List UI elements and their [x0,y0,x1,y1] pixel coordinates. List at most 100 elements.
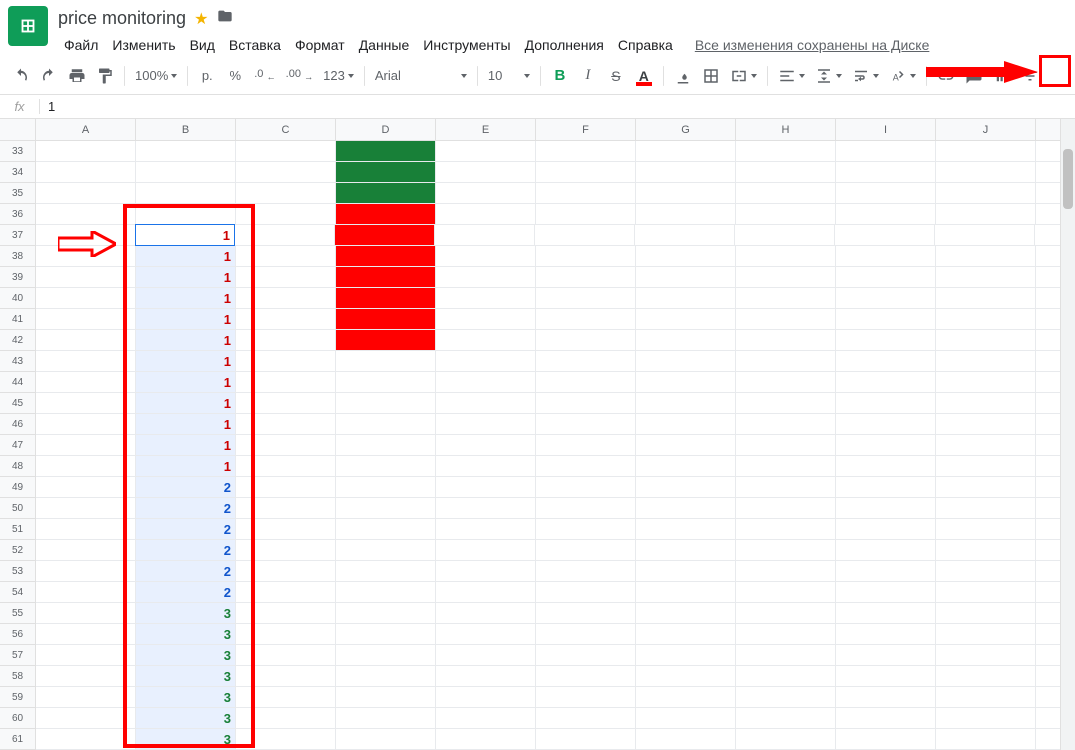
cell[interactable] [36,645,136,666]
cell[interactable] [336,603,436,624]
cell[interactable]: 1 [136,330,236,351]
cell[interactable]: 3 [136,687,236,708]
row-header[interactable]: 41 [0,309,36,330]
cell[interactable] [836,351,936,372]
print-button[interactable] [64,63,90,89]
cell[interactable] [436,309,536,330]
cell[interactable] [236,330,336,351]
row-header[interactable]: 36 [0,204,36,225]
row-header[interactable]: 43 [0,351,36,372]
cell[interactable] [536,477,636,498]
cell[interactable] [236,288,336,309]
menu-tools[interactable]: Инструменты [417,33,516,57]
cell[interactable] [436,561,536,582]
italic-button[interactable]: I [575,63,601,89]
cell[interactable] [436,519,536,540]
cell[interactable] [936,498,1036,519]
cell[interactable] [336,351,436,372]
cell[interactable] [36,330,136,351]
paint-format-button[interactable] [92,63,118,89]
col-header-H[interactable]: H [736,119,836,140]
cell[interactable]: 2 [136,519,236,540]
cell[interactable] [736,435,836,456]
cell[interactable] [336,624,436,645]
row-header[interactable]: 50 [0,498,36,519]
cell[interactable] [336,393,436,414]
cell[interactable] [636,351,736,372]
cell[interactable] [536,603,636,624]
row-header[interactable]: 57 [0,645,36,666]
cell[interactable] [636,288,736,309]
cell[interactable] [536,519,636,540]
cell[interactable] [936,666,1036,687]
cell[interactable] [736,162,836,183]
row-header[interactable]: 34 [0,162,36,183]
cell[interactable] [236,519,336,540]
cell[interactable]: 1 [136,267,236,288]
cell[interactable] [636,330,736,351]
cell[interactable] [36,204,136,225]
row-header[interactable]: 35 [0,183,36,204]
cell[interactable] [336,519,436,540]
cell[interactable] [936,624,1036,645]
menu-data[interactable]: Данные [353,33,416,57]
cell[interactable] [836,372,936,393]
cell[interactable] [236,351,336,372]
cell[interactable] [936,372,1036,393]
cell[interactable] [936,519,1036,540]
font-size-select[interactable]: 10 [484,63,534,89]
undo-button[interactable] [8,63,34,89]
cell[interactable] [36,708,136,729]
cell[interactable] [36,498,136,519]
cell[interactable] [936,582,1036,603]
cell[interactable] [336,708,436,729]
cell[interactable]: 2 [136,582,236,603]
row-header[interactable]: 56 [0,624,36,645]
cell[interactable]: 1 [136,309,236,330]
cell[interactable] [336,162,436,183]
comment-button[interactable] [961,63,987,89]
row-header[interactable]: 60 [0,708,36,729]
cell[interactable] [536,183,636,204]
cell[interactable] [836,288,936,309]
cell[interactable] [636,561,736,582]
bold-button[interactable]: B [547,63,573,89]
cell[interactable] [236,666,336,687]
cell[interactable] [835,225,935,246]
cell[interactable] [736,267,836,288]
cell[interactable] [836,162,936,183]
cell[interactable] [236,561,336,582]
cell[interactable] [936,540,1036,561]
cell[interactable] [736,477,836,498]
cell[interactable] [36,372,136,393]
cell[interactable] [636,624,736,645]
cell[interactable] [936,351,1036,372]
cell[interactable] [36,288,136,309]
row-header[interactable]: 59 [0,687,36,708]
cell[interactable] [736,666,836,687]
cell[interactable] [436,414,536,435]
menu-edit[interactable]: Изменить [106,33,181,57]
cell[interactable] [335,225,435,246]
row-header[interactable]: 48 [0,456,36,477]
cell[interactable] [836,393,936,414]
cell[interactable] [436,708,536,729]
cell[interactable] [436,246,536,267]
cell[interactable] [36,687,136,708]
cell[interactable] [436,645,536,666]
cell[interactable] [536,372,636,393]
col-header-B[interactable]: B [136,119,236,140]
cell[interactable]: 1 [135,224,235,246]
cell[interactable] [936,141,1036,162]
cell[interactable] [236,456,336,477]
merge-button[interactable] [726,63,761,89]
row-header[interactable]: 49 [0,477,36,498]
cell[interactable] [536,246,636,267]
cell[interactable] [436,204,536,225]
cell[interactable] [636,309,736,330]
cell[interactable] [436,666,536,687]
cell[interactable] [635,225,735,246]
number-format-button[interactable]: 123 [319,63,358,89]
rotate-button[interactable]: A [885,63,920,89]
cell[interactable] [636,708,736,729]
